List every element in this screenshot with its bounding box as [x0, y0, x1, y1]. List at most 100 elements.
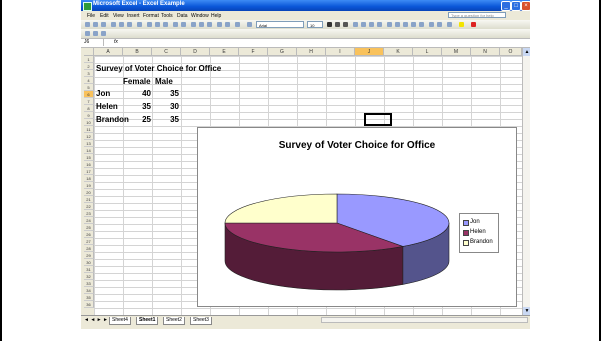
increase-indent-icon[interactable]	[437, 22, 442, 27]
align-right-icon[interactable]	[369, 22, 374, 27]
column-header-g[interactable]: G	[268, 48, 297, 56]
column-header-d[interactable]: D	[181, 48, 210, 56]
maximize-button[interactable]: □	[511, 1, 521, 11]
row-header-22[interactable]: 22	[84, 203, 94, 210]
chart-legend[interactable]: Jon Helen Brandon	[459, 213, 499, 253]
tab-sheet1[interactable]: Sheet1	[136, 317, 159, 325]
menu-view[interactable]: View	[113, 13, 124, 19]
menu-file[interactable]: File	[87, 13, 95, 19]
permission-icon[interactable]	[111, 22, 116, 27]
row-header-19[interactable]: 19	[84, 182, 94, 189]
row-header-17[interactable]: 17	[84, 168, 94, 175]
menu-insert[interactable]: Insert	[127, 13, 140, 19]
row-header-11[interactable]: 11	[84, 126, 94, 133]
row-header-29[interactable]: 29	[84, 252, 94, 259]
cell-c2[interactable]: Male	[155, 78, 173, 86]
column-header-o[interactable]: O	[500, 48, 522, 56]
cell-c4[interactable]: 30	[159, 103, 179, 111]
row-header-9[interactable]: 9	[84, 112, 94, 119]
cell-b2[interactable]: Female	[123, 78, 151, 86]
align-left-icon[interactable]	[353, 22, 358, 27]
column-header-f[interactable]: F	[239, 48, 268, 56]
row-header-25[interactable]: 25	[84, 224, 94, 231]
font-name-select[interactable]: Arial	[256, 21, 304, 28]
spelling-icon[interactable]	[137, 22, 142, 27]
cell-a3[interactable]: Jon	[96, 90, 110, 98]
excel-app-icon[interactable]	[83, 2, 92, 11]
row-header-20[interactable]: 20	[84, 189, 94, 196]
pie-slice-brandon[interactable]	[224, 193, 338, 224]
row-header-5[interactable]: 5	[84, 84, 94, 91]
copy-icon[interactable]	[155, 22, 160, 27]
column-header-m[interactable]: M	[442, 48, 471, 56]
row-header-18[interactable]: 18	[84, 175, 94, 182]
currency-icon[interactable]	[387, 22, 392, 27]
minimize-button[interactable]: _	[501, 1, 511, 11]
column-header-n[interactable]: N	[471, 48, 500, 56]
row-header-3[interactable]: 3	[84, 70, 94, 77]
row-header-7[interactable]: 7	[84, 98, 94, 105]
reviewing-icon-2[interactable]	[93, 31, 98, 36]
column-header-h[interactable]: H	[297, 48, 326, 56]
row-header-33[interactable]: 33	[84, 280, 94, 287]
row-header-14[interactable]: 14	[84, 147, 94, 154]
menu-help[interactable]: Help	[211, 13, 221, 19]
row-header-23[interactable]: 23	[84, 210, 94, 217]
reviewing-icon-1[interactable]	[85, 31, 90, 36]
column-header-e[interactable]: E	[210, 48, 239, 56]
help-icon[interactable]	[247, 22, 252, 27]
menu-window[interactable]: Window	[191, 13, 209, 19]
italic-icon[interactable]	[335, 22, 340, 27]
horizontal-scrollbar[interactable]	[321, 317, 528, 323]
cut-icon[interactable]	[147, 22, 152, 27]
active-cell-cursor[interactable]	[364, 113, 392, 126]
menu-data[interactable]: Data	[177, 13, 188, 19]
fx-icon[interactable]: fx	[114, 39, 118, 46]
merge-center-icon[interactable]	[377, 22, 382, 27]
tab-sheet3[interactable]: Sheet3	[190, 317, 212, 325]
row-header-36[interactable]: 36	[84, 301, 94, 308]
row-header-21[interactable]: 21	[84, 196, 94, 203]
row-header-10[interactable]: 10	[84, 119, 94, 126]
reviewing-icon-3[interactable]	[101, 31, 106, 36]
row-header-34[interactable]: 34	[84, 287, 94, 294]
decrease-indent-icon[interactable]	[429, 22, 434, 27]
cell-a1[interactable]: Survey of Voter Choice for Office	[96, 65, 221, 73]
redo-icon[interactable]	[181, 22, 186, 27]
save-icon[interactable]	[101, 22, 106, 27]
row-header-6[interactable]: 6	[84, 91, 94, 98]
print-preview-icon[interactable]	[127, 22, 132, 27]
menu-tools[interactable]: Tools	[161, 13, 173, 19]
underline-icon[interactable]	[343, 22, 348, 27]
column-header-c[interactable]: C	[152, 48, 181, 56]
new-icon[interactable]	[85, 22, 90, 27]
cell-c3[interactable]: 35	[159, 90, 179, 98]
pie-chart[interactable]: Survey of Voter Choice for Office Jon He…	[197, 127, 517, 307]
row-header-13[interactable]: 13	[84, 140, 94, 147]
fill-color-icon[interactable]	[459, 22, 464, 27]
select-all-corner[interactable]	[84, 48, 94, 56]
increase-decimal-icon[interactable]	[411, 22, 416, 27]
row-header-32[interactable]: 32	[84, 273, 94, 280]
column-header-j[interactable]: J	[355, 48, 384, 56]
row-header-15[interactable]: 15	[84, 154, 94, 161]
chart-wizard-icon[interactable]	[217, 22, 222, 27]
sort-descending-icon[interactable]	[207, 22, 212, 27]
cell-a5[interactable]: Brandon	[96, 116, 129, 124]
row-header-12[interactable]: 12	[84, 133, 94, 140]
undo-icon[interactable]	[173, 22, 178, 27]
row-header-8[interactable]: 8	[84, 105, 94, 112]
scroll-up-icon[interactable]: ▲	[523, 48, 530, 56]
row-header-16[interactable]: 16	[84, 161, 94, 168]
vertical-scrollbar[interactable]: ▲ ▼	[522, 48, 530, 315]
tab-sheet2[interactable]: Sheet2	[163, 317, 185, 325]
column-header-l[interactable]: L	[413, 48, 442, 56]
name-box[interactable]: J6	[82, 39, 104, 46]
row-header-24[interactable]: 24	[84, 217, 94, 224]
help-question-box[interactable]: Type a question for help	[448, 12, 506, 18]
percent-icon[interactable]	[395, 22, 400, 27]
font-color-icon[interactable]	[471, 22, 476, 27]
row-header-2[interactable]: 2	[84, 63, 94, 70]
cell-b4[interactable]: 35	[131, 103, 151, 111]
row-header-30[interactable]: 30	[84, 259, 94, 266]
